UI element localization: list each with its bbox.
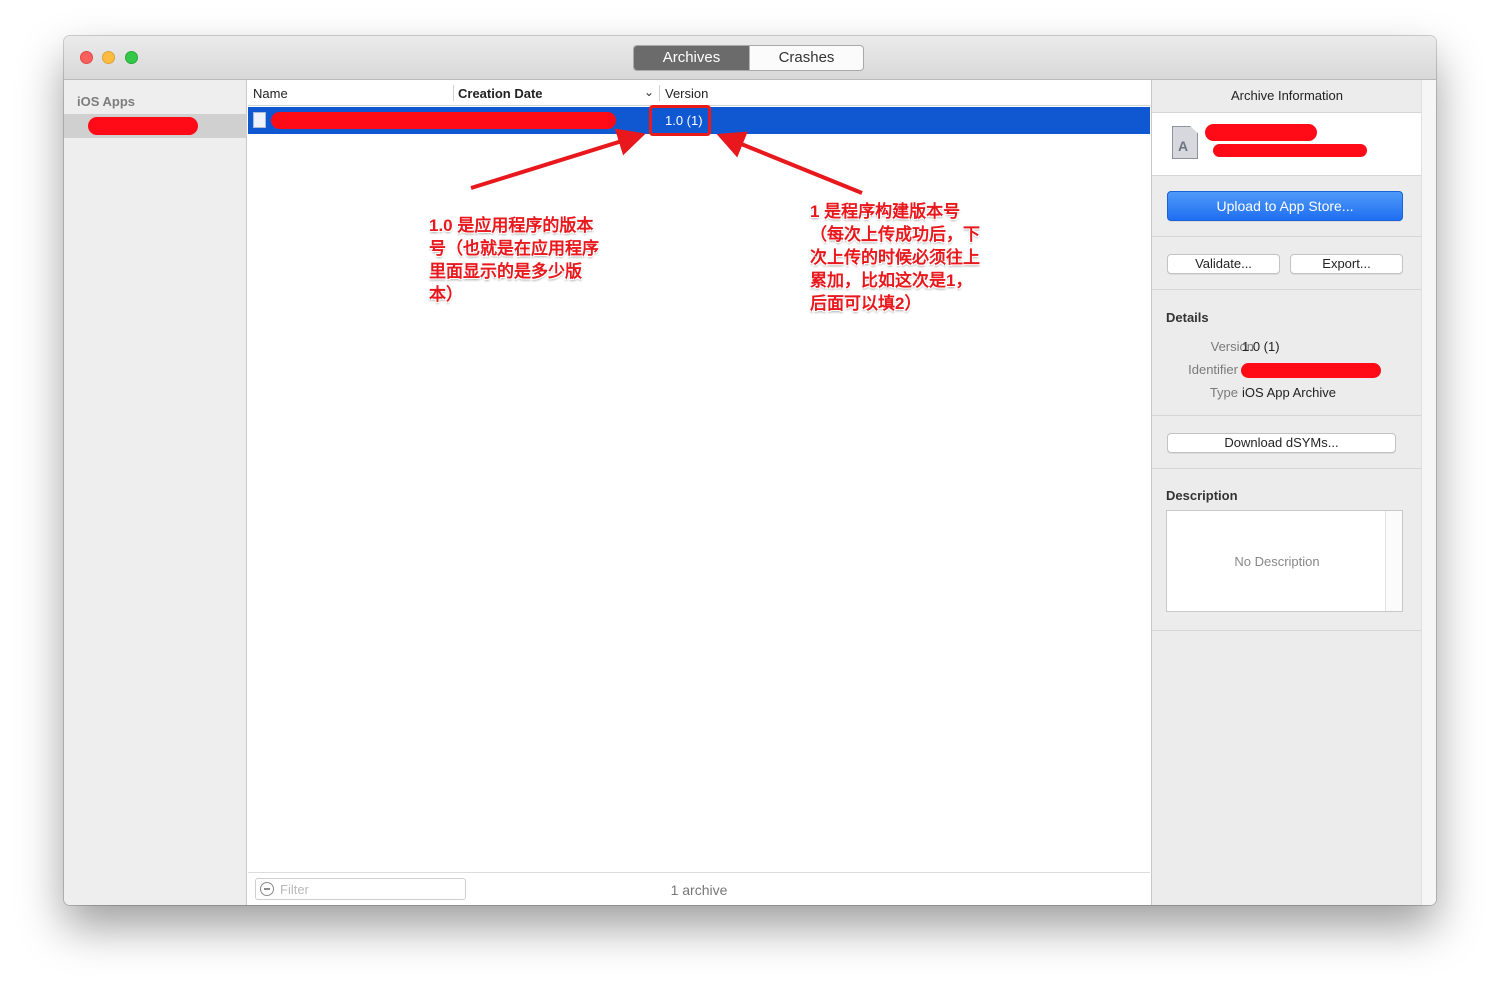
column-separator: [453, 85, 454, 101]
column-version[interactable]: Version: [665, 86, 708, 101]
archive-file-icon: [253, 112, 266, 128]
description-heading: Description: [1166, 488, 1238, 503]
validate-button[interactable]: Validate...: [1167, 254, 1280, 274]
details-section: Details Version 1.0 (1) Identifier Type …: [1152, 290, 1422, 416]
download-dsyms-button[interactable]: Download dSYMs...: [1167, 433, 1396, 453]
organizer-window: Archives Crashes iOS Apps Name Creation …: [64, 36, 1436, 905]
upload-section: Upload to App Store...: [1152, 176, 1422, 237]
archive-list: Name Creation Date ⌄ Version 1.0 (1) 1 a…: [248, 80, 1150, 905]
description-scrollbar[interactable]: [1385, 511, 1402, 611]
list-footer: 1 archive: [248, 872, 1150, 905]
description-section: Description No Description: [1152, 469, 1422, 631]
version-highlight-box: [649, 105, 711, 136]
redacted-identifier: [1241, 363, 1381, 378]
close-window-button[interactable]: [80, 51, 93, 64]
identifier-label: Identifier: [1188, 362, 1238, 377]
tab-archives[interactable]: Archives: [634, 46, 749, 70]
archive-count: 1 archive: [670, 882, 728, 898]
build-annotation: 1 是程序构建版本号 （每次上传成功后，下 次上传的时候必须往上 累加，比如这次…: [810, 202, 980, 313]
type-label: Type: [1209, 385, 1238, 400]
table-row[interactable]: 1.0 (1): [248, 105, 1150, 136]
inspector-title: Archive Information: [1152, 80, 1422, 113]
details-heading: Details: [1166, 310, 1209, 325]
tab-crashes[interactable]: Crashes: [748, 46, 863, 70]
title-bar: Archives Crashes: [64, 36, 1436, 80]
archive-summary: [1152, 113, 1422, 176]
type-value: iOS App Archive: [1242, 385, 1336, 400]
column-creation-date[interactable]: Creation Date: [458, 86, 543, 101]
chevron-down-icon: ⌄: [644, 85, 655, 99]
column-header: Name Creation Date ⌄ Version: [248, 80, 1150, 106]
minimize-window-button[interactable]: [102, 51, 115, 64]
archives-crashes-segmented-control: Archives Crashes: [633, 45, 864, 71]
upload-to-app-store-button[interactable]: Upload to App Store...: [1167, 191, 1403, 221]
zoom-window-button[interactable]: [125, 51, 138, 64]
dsym-section: Download dSYMs...: [1152, 416, 1422, 469]
archive-document-icon: [1172, 126, 1198, 159]
redacted-app-name: [88, 117, 198, 135]
description-placeholder: No Description: [1234, 554, 1320, 569]
column-separator: [659, 85, 660, 101]
version-annotation: 1.0 是应用程序的版本 号（也就是在应用程序 里面显示的是多少版 本）: [429, 216, 599, 304]
sidebar-header: iOS Apps: [77, 94, 136, 109]
sidebar: iOS Apps: [64, 80, 247, 905]
sidebar-item-app[interactable]: [64, 114, 247, 138]
inspector-scrollbar[interactable]: [1421, 80, 1436, 905]
inspector-panel: Archive Information Upload to App Store.…: [1151, 80, 1436, 905]
redacted-app-title: [1205, 124, 1317, 141]
description-box[interactable]: No Description: [1166, 510, 1403, 612]
column-name[interactable]: Name: [253, 86, 288, 101]
redacted-app-date: [1213, 144, 1367, 157]
actions-section: Validate... Export...: [1152, 237, 1422, 290]
export-button[interactable]: Export...: [1290, 254, 1403, 274]
redacted-archive-name: [271, 112, 616, 129]
version-value: 1.0 (1): [1242, 339, 1280, 354]
